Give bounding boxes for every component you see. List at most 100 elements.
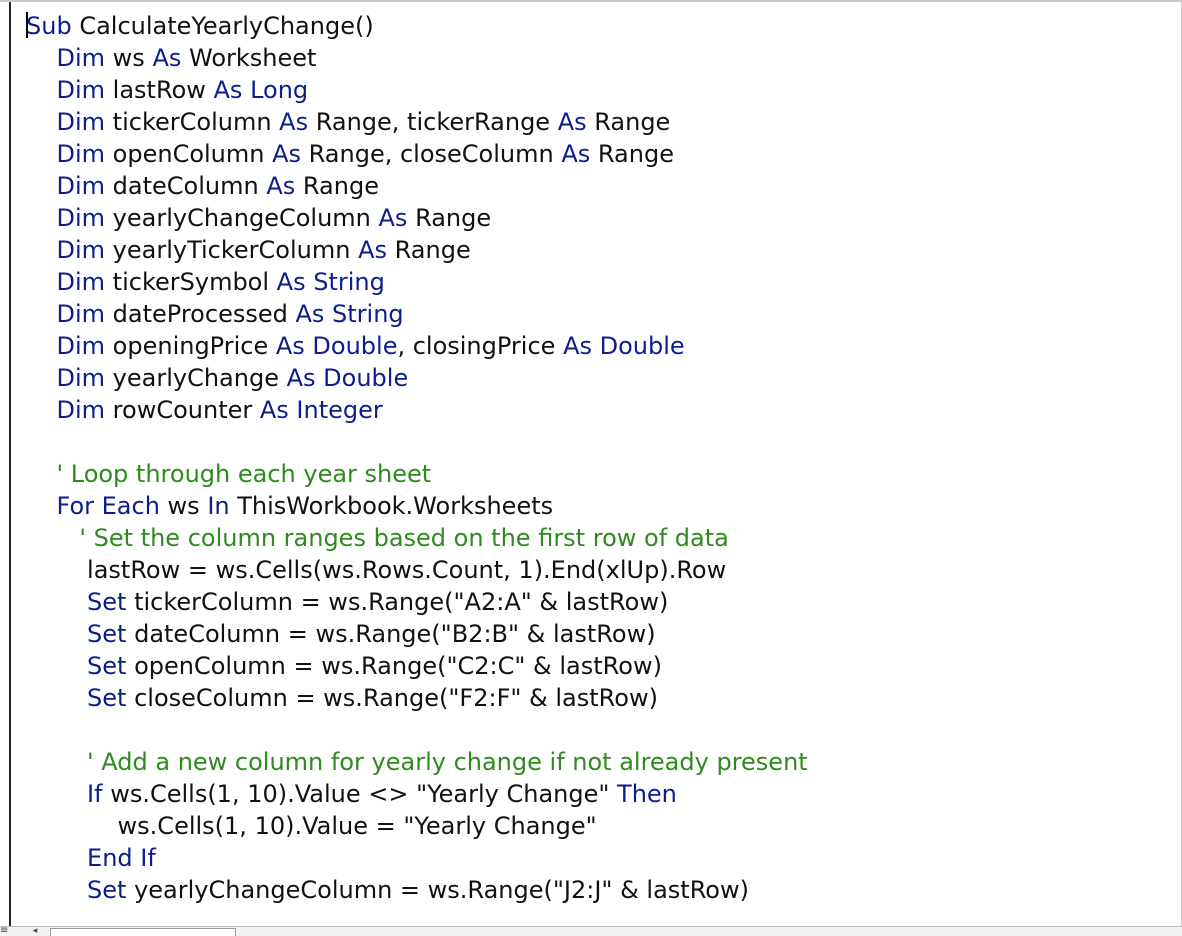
code-keyword: Dim xyxy=(56,140,106,168)
code-comment: ' Add a new column for yearly change if … xyxy=(87,748,808,776)
code-line[interactable] xyxy=(26,714,808,746)
code-pane[interactable]: Sub CalculateYearlyChange() Dim ws As Wo… xyxy=(26,10,808,906)
code-line[interactable]: For Each ws In ThisWorkbook.Worksheets xyxy=(26,490,808,522)
code-text: openingPrice xyxy=(105,332,276,360)
code-keyword: As Double xyxy=(286,364,409,392)
code-line[interactable]: Dim ws As Worksheet xyxy=(26,42,808,74)
code-line[interactable]: Dim rowCounter As Integer xyxy=(26,394,808,426)
code-line[interactable]: Set closeColumn = ws.Range("F2:F" & last… xyxy=(26,682,808,714)
code-keyword: As xyxy=(279,108,309,136)
code-keyword: Dim xyxy=(56,396,106,424)
code-keyword: Dim xyxy=(56,76,106,104)
code-line[interactable]: ' Add a new column for yearly change if … xyxy=(26,746,808,778)
code-keyword: As xyxy=(378,204,408,232)
code-text: yearlyChange xyxy=(105,364,287,392)
code-keyword: Set xyxy=(87,588,127,616)
code-text: openColumn = ws.Range("C2:C" & lastRow) xyxy=(126,652,662,680)
code-text: ws.Cells(1, 10).Value = "Yearly Change" xyxy=(26,812,597,840)
code-text: openColumn xyxy=(105,140,273,168)
code-keyword: As xyxy=(557,108,587,136)
code-line[interactable] xyxy=(26,426,808,458)
code-text: tickerColumn xyxy=(105,108,280,136)
code-line[interactable]: Set openColumn = ws.Range("C2:C" & lastR… xyxy=(26,650,808,682)
code-text: ws xyxy=(105,44,153,72)
code-text: Range xyxy=(407,204,492,232)
code-text: dateColumn xyxy=(105,172,267,200)
code-text: Range xyxy=(295,172,379,200)
code-line[interactable]: Set dateColumn = ws.Range("B2:B" & lastR… xyxy=(26,618,808,650)
code-line[interactable]: Dim openColumn As Range, closeColumn As … xyxy=(26,138,808,170)
code-line[interactable]: Dim dateColumn As Range xyxy=(26,170,808,202)
code-text: Range xyxy=(590,140,674,168)
code-line[interactable]: Dim openingPrice As Double, closingPrice… xyxy=(26,330,808,362)
code-line[interactable]: Dim lastRow As Long xyxy=(26,74,808,106)
code-keyword: As String xyxy=(295,300,404,328)
code-line[interactable]: ws.Cells(1, 10).Value = "Yearly Change" xyxy=(26,810,808,842)
code-keyword: Dim xyxy=(56,332,106,360)
code-text: closeColumn = ws.Range("F2:F" & lastRow) xyxy=(126,684,658,712)
code-keyword: As xyxy=(152,44,182,72)
code-text: Range, closeColumn xyxy=(301,140,562,168)
code-text: ws xyxy=(159,492,208,520)
code-line[interactable]: Dim yearlyChange As Double xyxy=(26,362,808,394)
code-text: Range, tickerRange xyxy=(308,108,558,136)
code-line[interactable]: Set yearlyChangeColumn = ws.Range("J2:J"… xyxy=(26,874,808,906)
code-keyword: As Double xyxy=(563,332,685,360)
code-text: yearlyTickerColumn xyxy=(105,236,359,264)
code-text: yearlyChangeColumn = ws.Range("J2:J" & l… xyxy=(126,876,749,904)
code-keyword: Dim xyxy=(56,364,106,392)
code-line[interactable]: Dim tickerColumn As Range, tickerRange A… xyxy=(26,106,808,138)
code-keyword: Then xyxy=(617,780,677,808)
code-line[interactable]: If ws.Cells(1, 10).Value <> "Yearly Chan… xyxy=(26,778,808,810)
code-text: lastRow xyxy=(105,76,214,104)
code-keyword: As Integer xyxy=(259,396,383,424)
code-keyword: As Long xyxy=(213,76,309,104)
horizontal-scrollbar[interactable] xyxy=(0,926,1182,936)
code-keyword: As Double xyxy=(275,332,398,360)
code-text: , closingPrice xyxy=(397,332,564,360)
code-keyword: Set xyxy=(87,684,127,712)
procedure-view-toggle-icon[interactable]: ≡ xyxy=(0,926,24,936)
code-text: tickerColumn = ws.Range("A2:A" & lastRow… xyxy=(126,588,669,616)
code-text: ws.Cells(1, 10).Value <> "Yearly Change" xyxy=(102,780,618,808)
code-line[interactable]: Dim tickerSymbol As String xyxy=(26,266,808,298)
code-line[interactable]: End If xyxy=(26,842,808,874)
code-keyword: As String xyxy=(276,268,385,296)
code-line[interactable]: Dim yearlyTickerColumn As Range xyxy=(26,234,808,266)
scroll-left-arrow-icon[interactable]: ◂ xyxy=(28,926,42,936)
margin-indicator-bar xyxy=(9,2,11,928)
code-text: yearlyChangeColumn xyxy=(105,204,379,232)
code-comment: ' Set the column ranges based on the fir… xyxy=(79,524,729,552)
code-line[interactable]: Sub CalculateYearlyChange() xyxy=(26,10,808,42)
code-keyword: Set xyxy=(87,876,127,904)
code-line[interactable]: Set tickerColumn = ws.Range("A2:A" & las… xyxy=(26,586,808,618)
scrollbar-thumb[interactable] xyxy=(50,928,236,936)
code-keyword: Dim xyxy=(56,300,106,328)
code-line[interactable]: lastRow = ws.Cells(ws.Rows.Count, 1).End… xyxy=(26,554,808,586)
code-keyword: If xyxy=(87,780,103,808)
code-keyword: Set xyxy=(87,620,127,648)
code-line[interactable]: Dim yearlyChangeColumn As Range xyxy=(26,202,808,234)
code-keyword: In xyxy=(207,492,230,520)
code-line[interactable]: ' Set the column ranges based on the fir… xyxy=(26,522,808,554)
code-text: ThisWorkbook.Worksheets xyxy=(229,492,554,520)
code-line[interactable]: Dim dateProcessed As String xyxy=(26,298,808,330)
code-line[interactable]: ' Loop through each year sheet xyxy=(26,458,808,490)
code-keyword: As xyxy=(561,140,591,168)
